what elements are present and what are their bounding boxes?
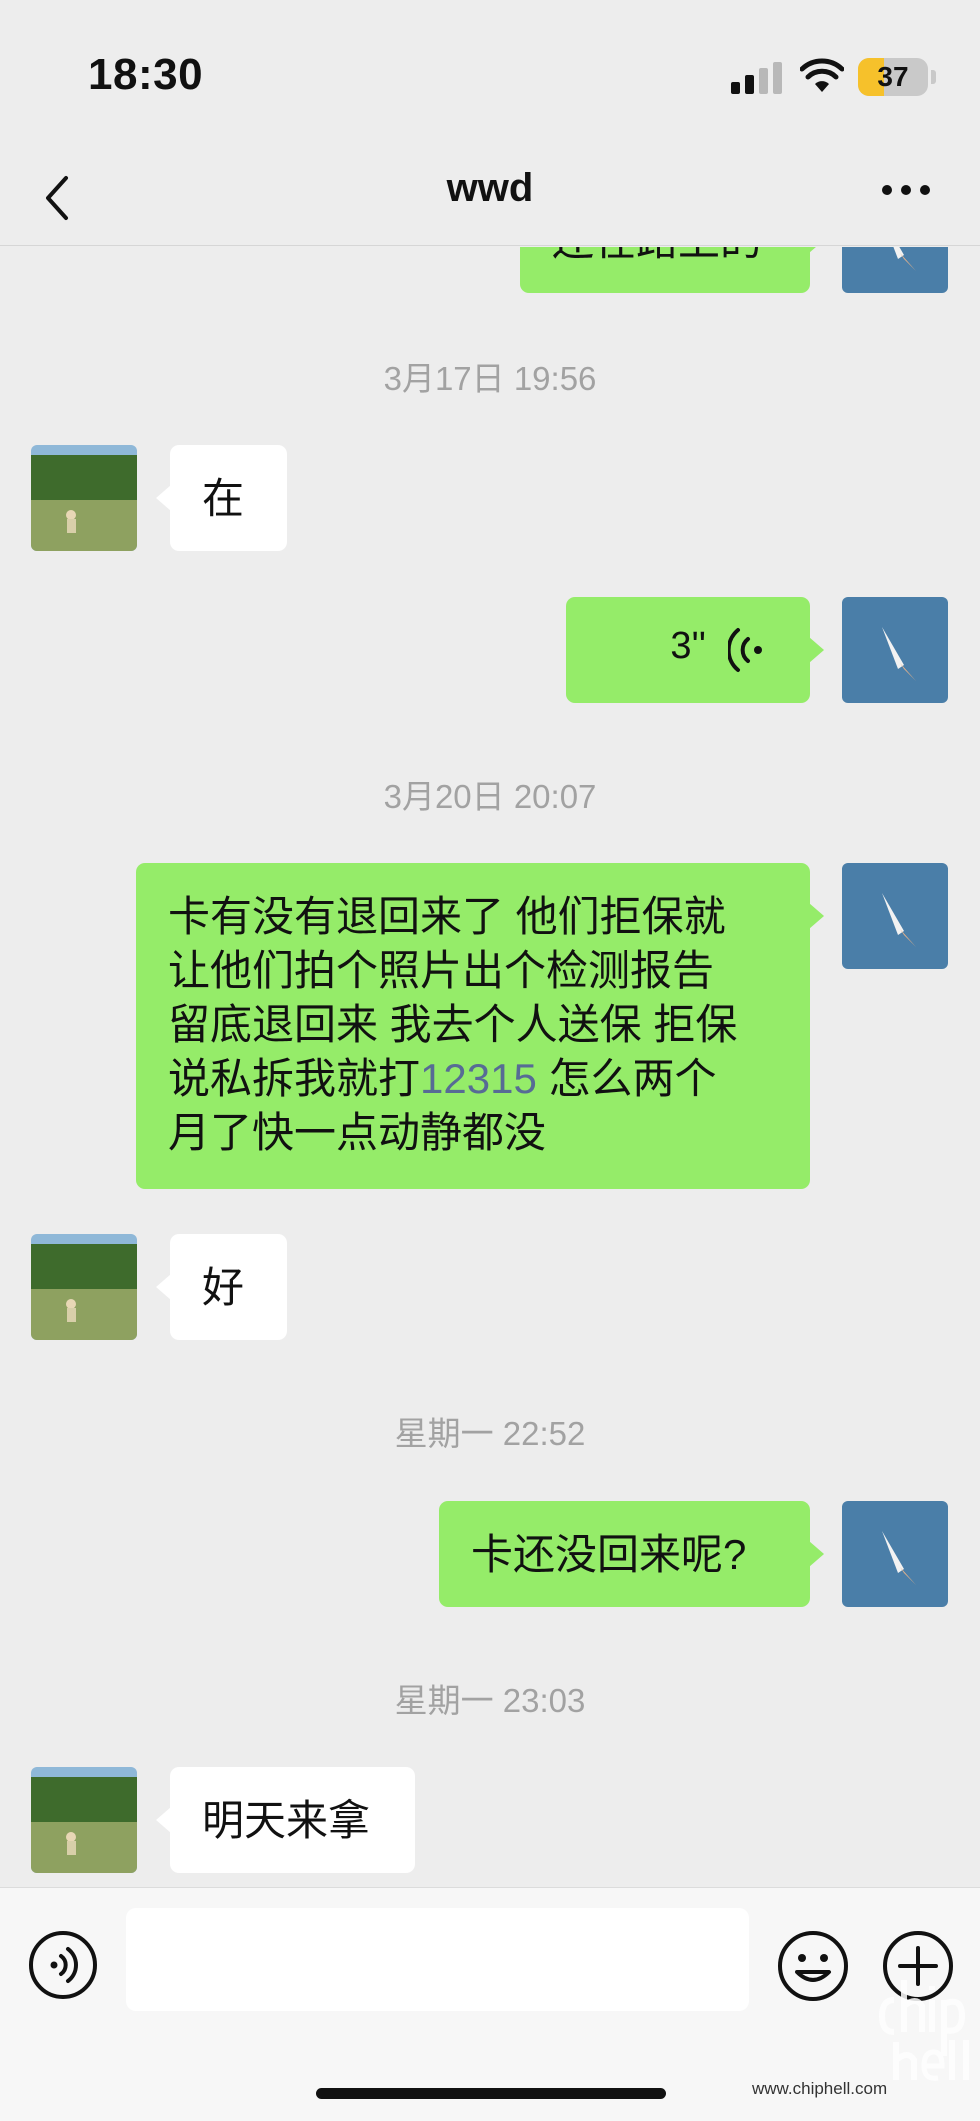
message-text: 明天来拿 xyxy=(202,1797,371,1844)
my-avatar[interactable] xyxy=(842,597,948,703)
rocket-moon-avatar-icon xyxy=(842,247,948,293)
message-line: 月了快一点动静都没 xyxy=(168,1109,547,1156)
message-text: 卡还没回来呢? xyxy=(471,1531,747,1578)
watermark-url: www.chiphell.com xyxy=(752,2079,888,2098)
home-indicator xyxy=(316,2088,666,2099)
rocket-moon-avatar-icon xyxy=(842,597,948,703)
rocket-moon-avatar-icon xyxy=(842,863,948,969)
phone-number-link[interactable]: 12315 xyxy=(420,1055,537,1102)
my-avatar[interactable] xyxy=(842,247,948,293)
chat-title: wwd xyxy=(446,166,534,210)
outgoing-bubble[interactable]: 卡还没回来呢? xyxy=(439,1501,824,1607)
chat-message-list[interactable]: 还在路上的 3月17日 19:56 在 xyxy=(0,247,980,1887)
my-avatar[interactable] xyxy=(842,1501,948,1607)
voice-wave-icon xyxy=(728,628,762,672)
message-text: 说私拆我就打 xyxy=(168,1055,421,1102)
timestamp: 星期一 22:52 xyxy=(394,1415,586,1452)
status-bar: 18:30 37 xyxy=(0,0,980,150)
nav-bar: wwd xyxy=(0,150,980,246)
rocket-moon-avatar-icon xyxy=(842,1501,948,1607)
park-photo-avatar-icon xyxy=(31,1234,137,1340)
wifi-icon xyxy=(800,58,844,92)
battery-level: 37 xyxy=(877,61,909,92)
outgoing-bubble[interactable]: 卡有没有退回来了 他们拒保就 让他们拍个照片出个检测报告 留底退回来 我去个人送… xyxy=(136,863,824,1189)
status-time: 18:30 xyxy=(88,50,204,99)
message-line: 让他们拍个照片出个检测报告 xyxy=(168,947,715,994)
more-dots-icon[interactable] xyxy=(880,180,932,200)
timestamp: 星期一 23:03 xyxy=(394,1682,586,1719)
message-text: 在 xyxy=(202,475,245,522)
contact-avatar[interactable] xyxy=(31,1767,137,1873)
voice-input-icon[interactable] xyxy=(28,1930,98,2000)
incoming-bubble[interactable]: 好 xyxy=(156,1234,287,1340)
contact-avatar[interactable] xyxy=(31,445,137,551)
voice-message-bubble[interactable]: 3'' xyxy=(566,597,824,703)
park-photo-avatar-icon xyxy=(31,1767,137,1873)
message-text: 好 xyxy=(202,1264,245,1311)
cellular-signal-icon xyxy=(731,62,782,94)
battery-tip xyxy=(931,70,936,84)
my-avatar[interactable] xyxy=(842,863,948,969)
incoming-bubble[interactable]: 在 xyxy=(156,445,287,551)
message-text: 怎么两个 xyxy=(536,1055,717,1102)
park-photo-avatar-icon xyxy=(31,445,137,551)
outgoing-bubble[interactable]: 还在路上的 xyxy=(520,247,824,293)
voice-duration: 3'' xyxy=(670,625,706,667)
message-line: 卡有没有退回来了 他们拒保就 xyxy=(168,893,726,940)
message-line: 说私拆我就打12315 怎么两个 xyxy=(168,1052,778,1106)
contact-avatar[interactable] xyxy=(31,1234,137,1340)
incoming-bubble[interactable]: 明天来拿 xyxy=(156,1767,415,1873)
message-line: 留底退回来 我去个人送保 拒保 xyxy=(168,1001,738,1048)
message-input[interactable] xyxy=(126,1908,749,2011)
timestamp: 3月17日 19:56 xyxy=(383,360,597,397)
chiphell-logo xyxy=(878,1980,969,2081)
message-text: 还在路上的 xyxy=(552,247,762,264)
timestamp: 3月20日 20:07 xyxy=(383,778,597,815)
battery-indicator: 37 xyxy=(858,58,928,96)
chevron-left-icon[interactable] xyxy=(38,168,78,228)
emoji-icon[interactable] xyxy=(777,1930,849,2002)
